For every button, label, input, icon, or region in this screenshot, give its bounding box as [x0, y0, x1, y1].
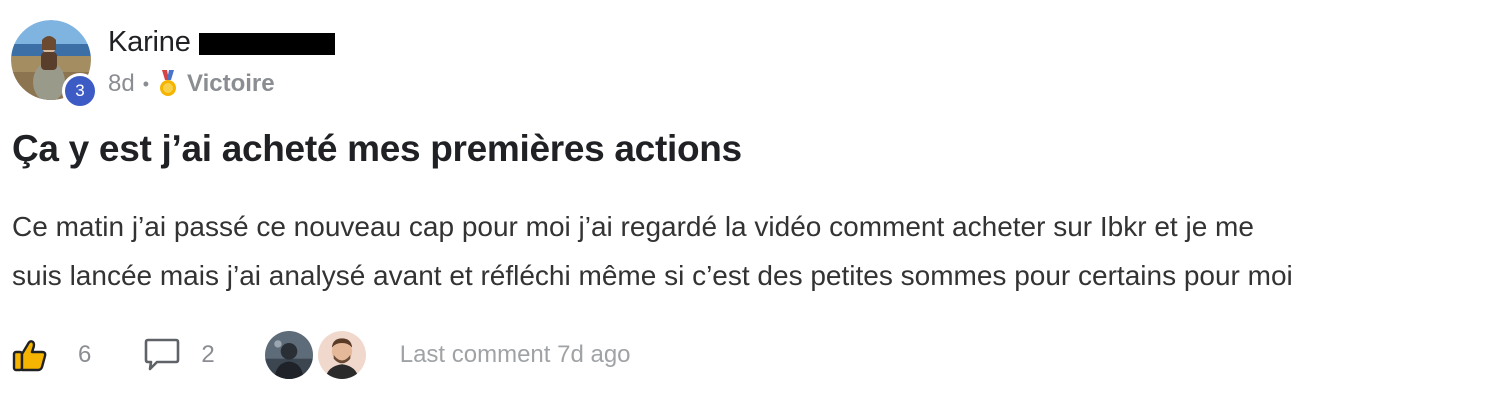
commenter-avatars: [262, 329, 368, 381]
post-body: Ce matin j’ai passé ce nouveau cap pour …: [12, 202, 1492, 300]
name-redaction-bar: [198, 33, 335, 55]
post-body-line: Ce matin j’ai passé ce nouveau cap pour …: [12, 211, 1254, 242]
post-meta: 8d • Victoire: [108, 68, 275, 100]
author-name[interactable]: Karine: [108, 26, 191, 59]
thumbs-up-icon[interactable]: [12, 337, 48, 373]
meta-separator: •: [142, 73, 150, 94]
post-card: 3 Karine 8d • Victoire Ça y est j’ai ach…: [0, 0, 1500, 400]
commenter-avatar-2-image: [317, 331, 366, 379]
post-title[interactable]: Ça y est j’ai acheté mes premières actio…: [12, 128, 742, 170]
post-time: 8d: [108, 70, 135, 97]
like-count: 6: [78, 341, 92, 368]
commenter-avatar-1-image: [264, 331, 313, 379]
category-label[interactable]: Victoire: [187, 70, 275, 98]
comment-bubble-icon[interactable]: [143, 338, 181, 372]
comment-count: 2: [201, 341, 215, 368]
post-body-line: suis lancée mais j’ai analysé avant et r…: [12, 260, 1293, 291]
post-footer: 6 2 Last comment 7d ago: [12, 328, 631, 382]
gold-medal-icon: [160, 70, 177, 96]
commenter-avatar[interactable]: [262, 329, 315, 381]
like-button[interactable]: 6: [12, 337, 91, 373]
author-name-row: Karine: [108, 24, 335, 60]
level-badge: 3: [62, 73, 98, 109]
last-comment-time: Last comment 7d ago: [399, 341, 631, 368]
commenter-avatar[interactable]: [315, 329, 368, 381]
author-avatar-wrapper[interactable]: 3: [11, 20, 98, 109]
comment-button[interactable]: 2: [143, 338, 215, 372]
